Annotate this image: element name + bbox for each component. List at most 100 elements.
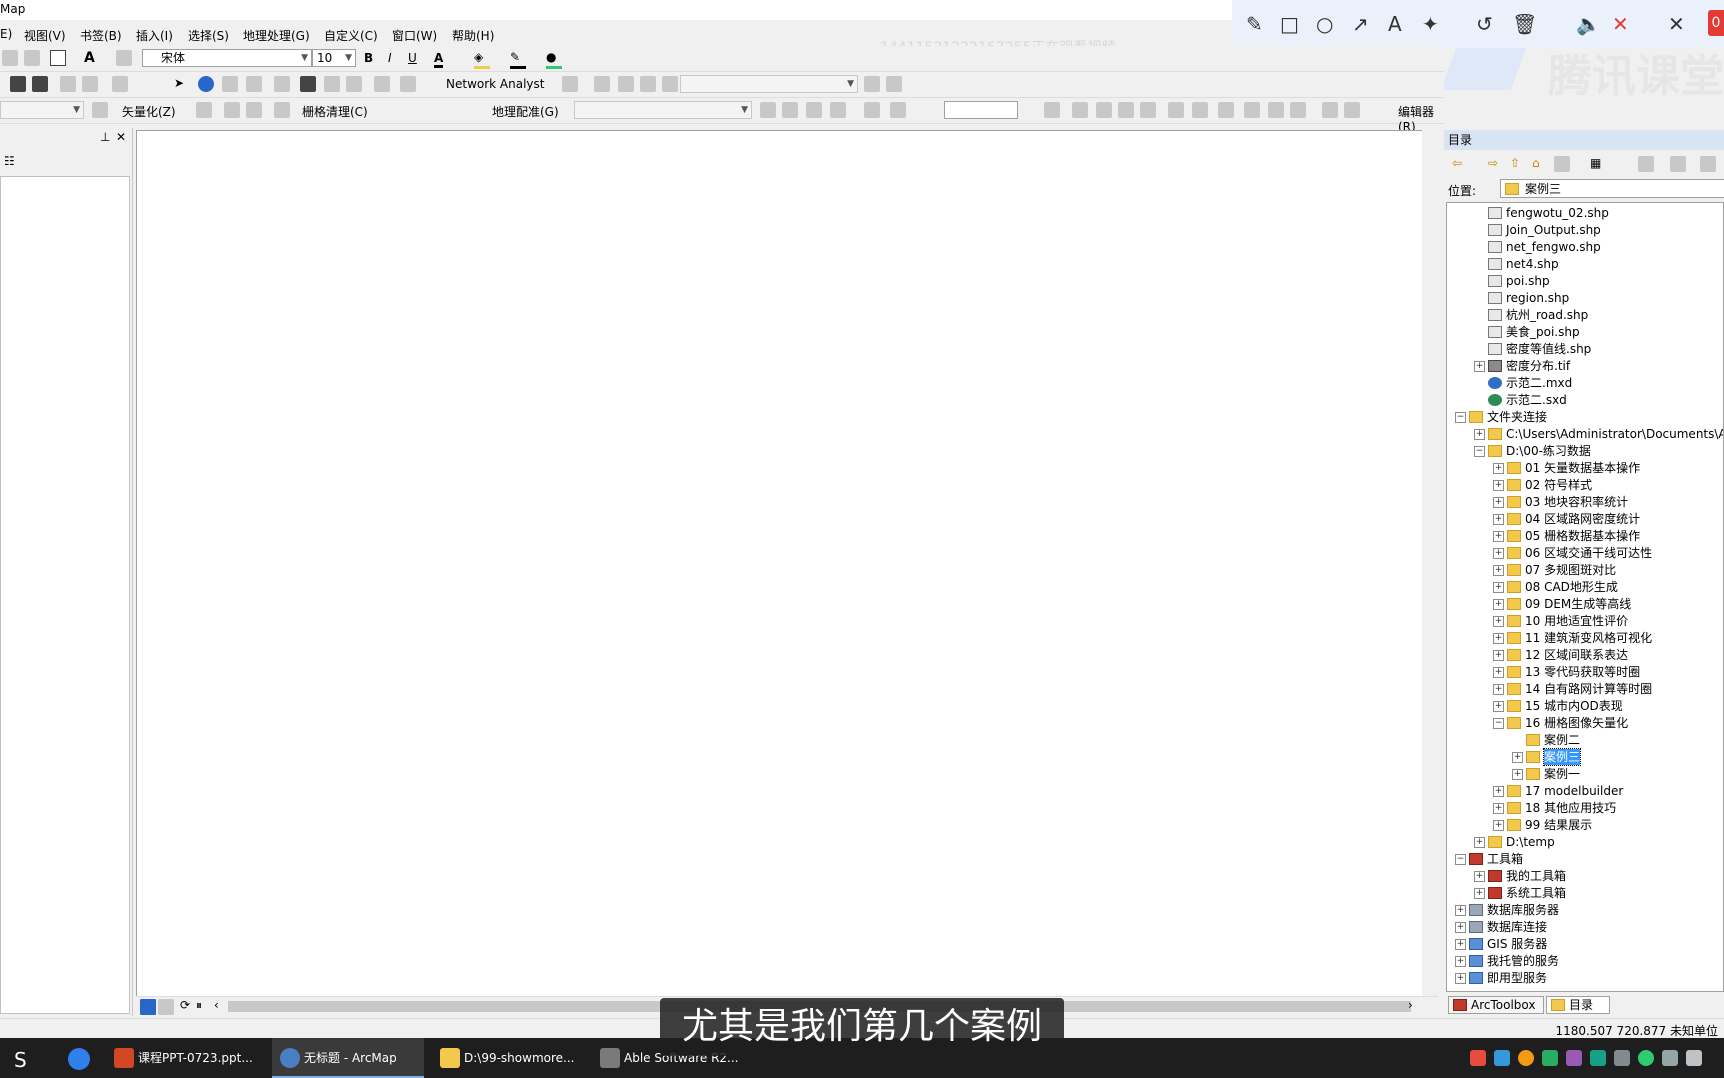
expand-icon[interactable]: + bbox=[1493, 684, 1504, 695]
close-panel-icon[interactable]: ✕ bbox=[116, 130, 126, 144]
expand-icon[interactable]: + bbox=[1474, 871, 1485, 882]
collapse-icon[interactable]: − bbox=[1474, 446, 1485, 457]
expand-icon[interactable]: + bbox=[1474, 429, 1485, 440]
directions-icon[interactable] bbox=[662, 76, 678, 92]
catalog-tree-item[interactable]: +12 区域间联系表达 bbox=[1447, 647, 1723, 663]
extend-icon[interactable] bbox=[1118, 102, 1134, 118]
font-size-select[interactable]: 10 ▼ bbox=[312, 49, 356, 67]
catalog-tree-item[interactable]: +11 建筑渐变风格可视化 bbox=[1447, 630, 1723, 646]
catalog-tree-item[interactable]: + 系统工具箱 bbox=[1447, 885, 1723, 901]
find-route-icon[interactable] bbox=[324, 76, 340, 92]
network-analyst-menu[interactable]: Network Analyst bbox=[446, 77, 544, 91]
catalog-tree-item[interactable]: 杭州_road.shp bbox=[1447, 307, 1723, 323]
menu-windows[interactable]: 窗口(W) bbox=[392, 27, 437, 44]
tray-app-icon[interactable] bbox=[1566, 1050, 1582, 1066]
expand-icon[interactable]: + bbox=[1493, 633, 1504, 644]
solve-icon[interactable] bbox=[640, 76, 656, 92]
catalog-tree-item[interactable]: 示范二.mxd bbox=[1447, 375, 1723, 391]
catalog-tree-item[interactable]: 示范二.sxd bbox=[1447, 392, 1723, 408]
link-table-icon[interactable] bbox=[782, 102, 798, 118]
circle-icon[interactable]: ○ bbox=[1316, 12, 1333, 36]
browser-icon[interactable] bbox=[68, 1048, 90, 1070]
time-slider-icon[interactable] bbox=[374, 76, 390, 92]
expand-icon[interactable]: + bbox=[1512, 769, 1523, 780]
georeferencing-menu[interactable]: 地理配准(G) bbox=[492, 103, 559, 120]
catalog-tree-item[interactable]: + 即用型服务 bbox=[1447, 970, 1723, 986]
pause-icon[interactable]: ⏸ bbox=[196, 998, 212, 1014]
expand-icon[interactable]: + bbox=[1455, 905, 1466, 916]
tray-app-icon[interactable] bbox=[1590, 1050, 1606, 1066]
grid-icon[interactable] bbox=[1268, 102, 1284, 118]
catalog-tree-item[interactable]: +14 自有路网计算等时圈 bbox=[1447, 681, 1723, 697]
menu-help[interactable]: 帮助(H) bbox=[452, 27, 494, 44]
zoom-icon[interactable] bbox=[2, 50, 18, 66]
na-layer-select[interactable]: ▼ bbox=[680, 75, 858, 93]
scale-input[interactable] bbox=[944, 101, 1018, 119]
expand-icon[interactable]: + bbox=[1493, 497, 1504, 508]
expand-icon[interactable]: + bbox=[1493, 701, 1504, 712]
full-extent-icon[interactable] bbox=[10, 76, 26, 92]
catalog-tree-item[interactable]: net4.shp bbox=[1447, 256, 1723, 272]
expand-icon[interactable]: + bbox=[1493, 667, 1504, 678]
expand-icon[interactable]: + bbox=[1493, 565, 1504, 576]
expand-icon[interactable]: + bbox=[1493, 463, 1504, 474]
swipe-icon[interactable] bbox=[1322, 102, 1338, 118]
home-icon[interactable]: ⌂ bbox=[1532, 156, 1548, 172]
create-locations-icon[interactable] bbox=[594, 76, 610, 92]
forward-arrow-icon[interactable]: ⇨ bbox=[1488, 156, 1504, 172]
fill-color-icon[interactable]: ◈ bbox=[474, 50, 490, 69]
trash-icon[interactable]: 🗑 bbox=[1512, 12, 1537, 36]
catalog-tree-item[interactable]: − 文件夹连接 bbox=[1447, 409, 1723, 425]
expand-icon[interactable]: + bbox=[1455, 956, 1466, 967]
trace-icon[interactable] bbox=[224, 102, 240, 118]
catalog-tree-item[interactable]: + 数据库连接 bbox=[1447, 919, 1723, 935]
expand-icon[interactable]: + bbox=[1512, 752, 1523, 763]
snap-icon[interactable] bbox=[1096, 102, 1112, 118]
catalog-tree-item[interactable]: +04 区域路网密度统计 bbox=[1447, 511, 1723, 527]
options-icon[interactable] bbox=[1700, 156, 1716, 172]
catalog-tree-item[interactable]: net_fengwo.shp bbox=[1447, 239, 1723, 255]
catalog-tree-item[interactable]: +13 零代码获取等时圈 bbox=[1447, 664, 1723, 680]
catalog-tree-item[interactable]: + GIS 服务器 bbox=[1447, 936, 1723, 952]
text-color-button[interactable]: A bbox=[434, 51, 444, 68]
layout-view-icon[interactable] bbox=[158, 999, 174, 1015]
tab-arctoolbox[interactable]: ArcToolbox bbox=[1448, 996, 1544, 1014]
catalog-tree-item[interactable]: region.shp bbox=[1447, 290, 1723, 306]
menu-view[interactable]: 视图(V) bbox=[24, 27, 66, 44]
tray-ime-icon[interactable] bbox=[1470, 1050, 1486, 1066]
back-icon[interactable] bbox=[60, 76, 76, 92]
forward-icon[interactable] bbox=[82, 76, 98, 92]
catalog-tree-item[interactable]: + 密度分布.tif bbox=[1447, 358, 1723, 374]
menu-edit[interactable]: E) bbox=[0, 27, 12, 41]
catalog-tree-item[interactable]: +99 结果展示 bbox=[1447, 817, 1723, 833]
expand-icon[interactable]: + bbox=[1493, 803, 1504, 814]
bold-button[interactable]: B bbox=[364, 51, 373, 65]
magic-wand-icon[interactable]: ✦ bbox=[1422, 12, 1439, 36]
text-tool-icon[interactable]: A bbox=[84, 50, 100, 66]
catalog-tree-item[interactable]: +02 符号样式 bbox=[1447, 477, 1723, 493]
catalog-tree-item[interactable]: fengwotu_02.shp bbox=[1447, 205, 1723, 221]
add-control-points-icon[interactable] bbox=[760, 102, 776, 118]
text-icon[interactable]: A bbox=[1388, 12, 1402, 36]
target-layer-select[interactable]: ▼ bbox=[0, 101, 84, 119]
catalog-tree-item[interactable]: + 我的工具箱 bbox=[1447, 868, 1723, 884]
html-popup-icon[interactable] bbox=[246, 76, 262, 92]
select-arrow-icon[interactable]: ➤ bbox=[174, 76, 190, 92]
flicker-icon[interactable] bbox=[1344, 102, 1360, 118]
catalog-tree[interactable]: fengwotu_02.shp Join_Output.shp net_fengwo… bbox=[1446, 202, 1724, 992]
network-options-icon[interactable] bbox=[886, 76, 902, 92]
vertical-scrollbar[interactable] bbox=[1422, 130, 1438, 996]
pen-icon[interactable]: ✎ bbox=[1246, 12, 1263, 36]
tray-volume-icon[interactable] bbox=[1686, 1050, 1702, 1066]
refresh-icon[interactable]: ⟳ bbox=[180, 998, 196, 1014]
map-canvas[interactable] bbox=[136, 130, 1424, 998]
catalog-tree-item[interactable]: +07 多规图斑对比 bbox=[1447, 562, 1723, 578]
raster-cleanup-menu[interactable]: 栅格清理(C) bbox=[302, 103, 368, 120]
tray-network-icon[interactable] bbox=[1662, 1050, 1678, 1066]
catalog-tree-item[interactable]: +15 城市内OD表现 bbox=[1447, 698, 1723, 714]
catalog-tree-item[interactable]: +08 CAD地形生成 bbox=[1447, 579, 1723, 595]
catalog-tree-item[interactable]: 美食_poi.shp bbox=[1447, 324, 1723, 340]
menu-geoprocessing[interactable]: 地理处理(G) bbox=[243, 27, 310, 44]
expand-icon[interactable]: + bbox=[1493, 531, 1504, 542]
tray-app-icon[interactable] bbox=[1542, 1050, 1558, 1066]
